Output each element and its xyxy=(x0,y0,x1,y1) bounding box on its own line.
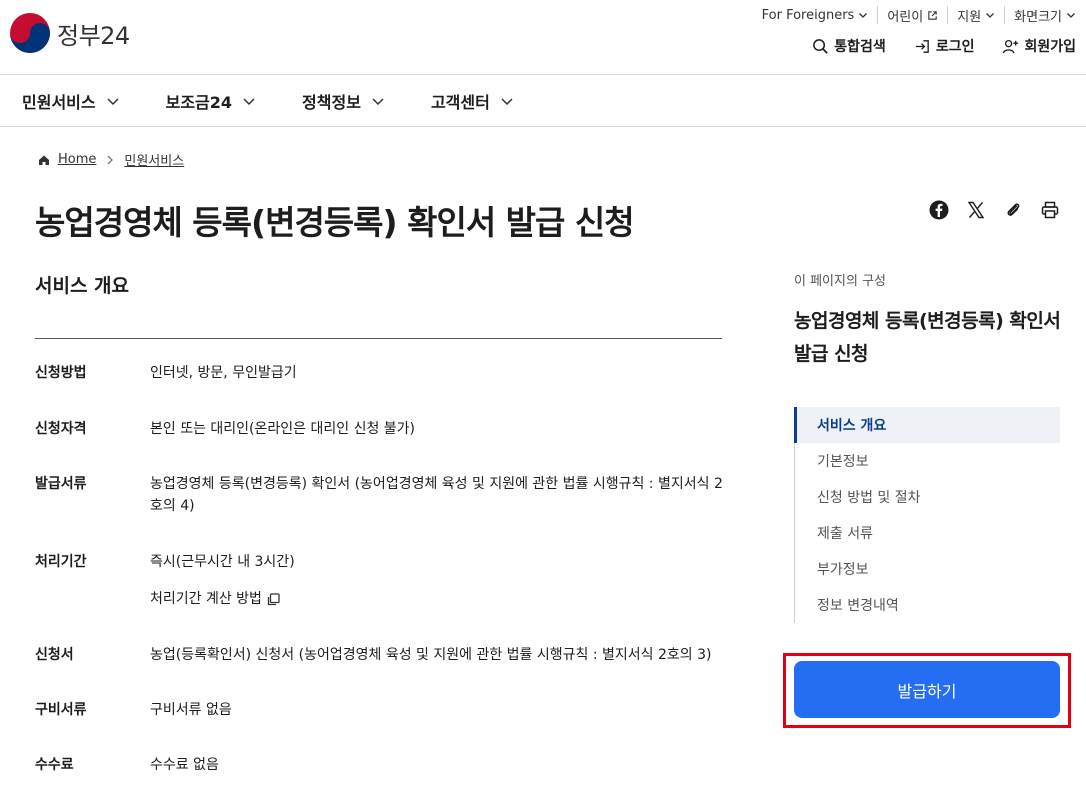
share-tools xyxy=(929,200,1060,220)
info-value: 농업경영체 등록(변경등록) 확인서 (농어업경영체 육성 및 지원에 관한 법… xyxy=(150,476,723,514)
processing-time-calc-link[interactable]: 처리기간 계산 방법 xyxy=(150,588,725,610)
breadcrumb: Home 민원서비스 xyxy=(38,150,184,169)
nav-item-label: 고객센터 xyxy=(430,92,490,112)
login-icon xyxy=(915,39,929,53)
info-value: 본인 또는 대리인(온라인은 대리인 신청 불가) xyxy=(150,421,416,437)
nav-item-label: 정책정보 xyxy=(302,92,361,112)
support-menu[interactable]: 지원 xyxy=(948,6,1006,25)
search-label: 통합검색 xyxy=(834,39,886,55)
service-overview-title: 서비스 개요 xyxy=(35,275,130,297)
nav-item-civil-service[interactable]: 민원서비스 xyxy=(22,89,120,113)
nav-item-subsidy24[interactable]: 보조금24 xyxy=(166,89,256,113)
info-label: 구비서류 xyxy=(35,702,87,718)
copy-icon xyxy=(267,592,280,605)
screen-size-menu[interactable]: 화면크기 xyxy=(1005,6,1076,25)
info-label: 발급서류 xyxy=(35,476,87,492)
site-header: 정부24 For Foreigners 어린이 지원 화면크기 통합검색 로그인 xyxy=(0,0,1086,75)
chevron-down-icon xyxy=(243,97,255,105)
support-label: 지원 xyxy=(957,9,982,25)
main-nav: 민원서비스 보조금24 정책정보 고객센터 xyxy=(0,75,1086,127)
chevron-right-icon xyxy=(107,155,114,164)
info-row-processing-time: 처리기간 즉시(근무시간 내 3시간) 처리기간 계산 방법 xyxy=(35,551,725,610)
info-row-method: 신청방법 인터넷, 방문, 무인발급기 xyxy=(35,362,725,384)
info-value: 농업(등록확인서) 신청서 (농어업경영체 육성 및 지원에 관한 법률 시행규… xyxy=(150,647,712,663)
info-label: 신청서 xyxy=(35,647,74,663)
info-row-fee: 수수료 수수료 없음 xyxy=(35,754,725,776)
taegeuk-logo-icon xyxy=(10,13,50,53)
home-icon xyxy=(39,155,49,165)
page-title: 농업경영체 등록(변경등록) 확인서 발급 신청 xyxy=(35,203,635,242)
for-foreigners-label: For Foreigners xyxy=(761,7,855,23)
login-button[interactable]: 로그인 xyxy=(914,36,975,56)
calc-link-label: 처리기간 계산 방법 xyxy=(150,591,262,607)
info-label: 수수료 xyxy=(35,757,74,773)
info-value: 즉시(근무시간 내 3시간) xyxy=(150,554,295,570)
page-toc: 서비스 개요 기본정보 신청 방법 및 절차 제출 서류 부가정보 정보 변경내… xyxy=(794,407,1060,623)
info-value: 인터넷, 방문, 무인발급기 xyxy=(150,365,297,381)
info-value: 구비서류 없음 xyxy=(150,702,232,718)
info-value: 수수료 없음 xyxy=(150,757,219,773)
toc-item-service-overview[interactable]: 서비스 개요 xyxy=(794,407,1060,443)
signup-button[interactable]: 회원가입 xyxy=(1002,36,1076,56)
nav-item-label: 민원서비스 xyxy=(22,92,96,112)
toc-item-method-procedure[interactable]: 신청 방법 및 절차 xyxy=(795,479,1060,515)
nav-item-customer-center[interactable]: 고객센터 xyxy=(431,89,514,113)
facebook-icon[interactable] xyxy=(929,200,949,220)
section-divider xyxy=(35,338,722,339)
external-link-icon xyxy=(928,10,937,20)
info-label: 신청방법 xyxy=(35,365,87,381)
info-row-documents-issued: 발급서류 농업경영체 등록(변경등록) 확인서 (농어업경영체 육성 및 지원에… xyxy=(35,473,725,517)
chevron-down-icon xyxy=(501,97,513,105)
toc-item-change-history[interactable]: 정보 변경내역 xyxy=(795,587,1060,623)
issue-button[interactable]: 발급하기 xyxy=(794,661,1060,718)
breadcrumb-home-link[interactable]: Home xyxy=(58,152,96,167)
chevron-down-icon xyxy=(859,13,868,18)
info-label: 처리기간 xyxy=(35,554,87,570)
info-row-eligibility: 신청자격 본인 또는 대리인(온라인은 대리인 신청 불가) xyxy=(35,418,725,440)
toc-item-additional-info[interactable]: 부가정보 xyxy=(795,551,1060,587)
user-add-icon xyxy=(1003,39,1019,53)
copy-link-icon[interactable] xyxy=(1003,200,1023,220)
breadcrumb-current-link[interactable]: 민원서비스 xyxy=(124,150,184,169)
toc-caption: 이 페이지의 구성 xyxy=(794,274,886,289)
x-twitter-icon[interactable] xyxy=(966,200,986,220)
for-foreigners-menu[interactable]: For Foreigners xyxy=(753,6,879,24)
search-button[interactable]: 통합검색 xyxy=(812,36,886,56)
nav-item-label: 보조금24 xyxy=(165,92,233,112)
utility-menu: For Foreigners 어린이 지원 화면크기 xyxy=(753,6,1076,25)
info-row-required-documents: 구비서류 구비서류 없음 xyxy=(35,699,725,721)
nav-item-policy-info[interactable]: 정책정보 xyxy=(302,89,385,113)
chevron-down-icon xyxy=(986,13,995,18)
site-logo[interactable]: 정부24 xyxy=(9,12,130,54)
info-row-application-form: 신청서 농업(등록확인서) 신청서 (농어업경영체 육성 및 지원에 관한 법률… xyxy=(35,644,725,666)
chevron-down-icon xyxy=(372,97,384,105)
kids-link[interactable]: 어린이 xyxy=(878,6,949,25)
info-value-container: 즉시(근무시간 내 3시간) 처리기간 계산 방법 xyxy=(150,551,725,610)
toc-item-submission-documents[interactable]: 제출 서류 xyxy=(795,515,1060,551)
print-icon[interactable] xyxy=(1040,200,1060,220)
kids-label: 어린이 xyxy=(887,9,924,25)
chevron-down-icon xyxy=(1067,13,1075,18)
info-label: 신청자격 xyxy=(35,421,87,437)
toc-heading: 농업경영체 등록(변경등록) 확인서 발급 신청 xyxy=(794,310,1061,365)
toc-item-basic-info[interactable]: 기본정보 xyxy=(795,443,1060,479)
screen-size-label: 화면크기 xyxy=(1014,9,1062,25)
chevron-down-icon xyxy=(107,97,119,105)
login-label: 로그인 xyxy=(935,39,975,55)
search-icon xyxy=(813,38,829,54)
logo-text: 정부24 xyxy=(57,21,130,50)
signup-label: 회원가입 xyxy=(1024,39,1076,55)
header-actions: 통합검색 로그인 회원가입 xyxy=(812,36,1076,56)
